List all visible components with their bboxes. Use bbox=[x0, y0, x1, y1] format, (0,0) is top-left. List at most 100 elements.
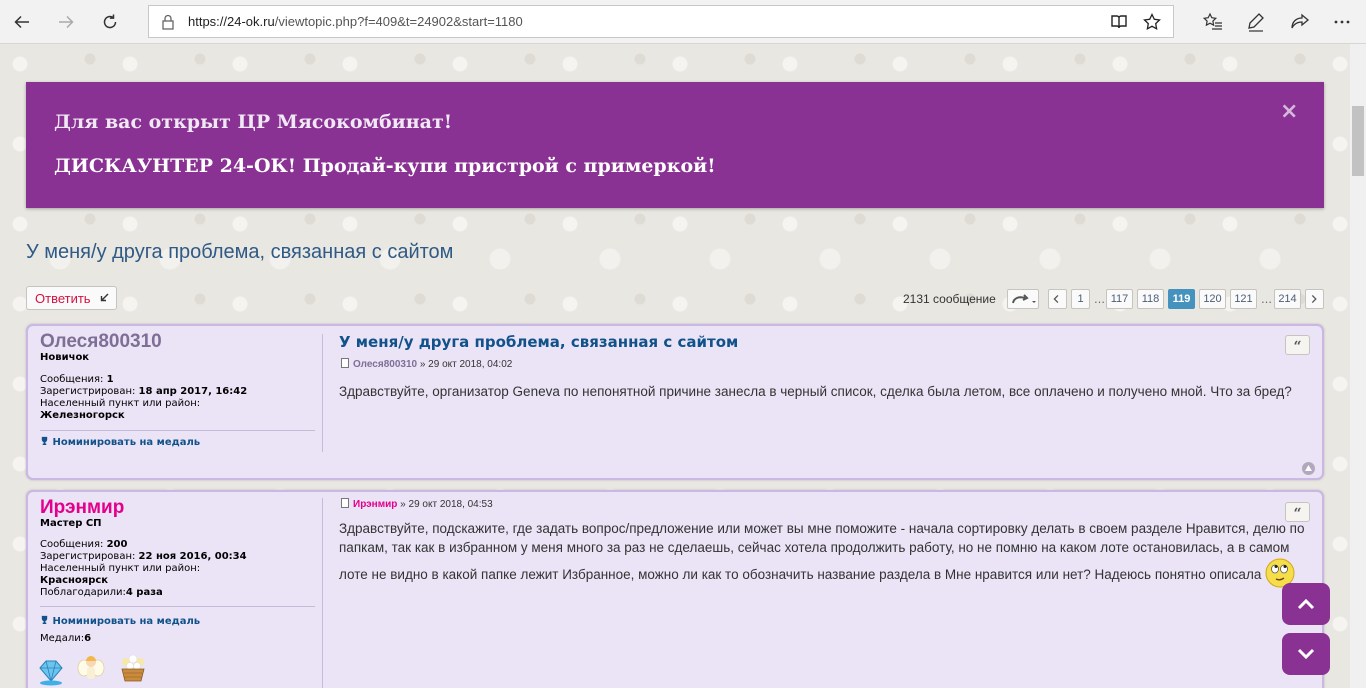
post-divider bbox=[322, 334, 323, 452]
scroll-down-button[interactable] bbox=[1282, 633, 1330, 675]
topic-title[interactable]: У меня/у друга проблема, связанная с сай… bbox=[26, 241, 453, 264]
medals-count: 6 bbox=[84, 633, 92, 644]
divider bbox=[40, 606, 315, 607]
author-registered: Зарегистрирован: 22 ноя 2016, 00:34 bbox=[40, 551, 247, 563]
scroll-up-button[interactable] bbox=[1282, 583, 1330, 625]
page-scrollbar[interactable] bbox=[1350, 44, 1366, 688]
messages-label: Сообщения: bbox=[40, 374, 104, 385]
author-rank: Новичок bbox=[40, 352, 90, 363]
angel-medal-icon[interactable] bbox=[76, 652, 106, 682]
reading-view-icon[interactable] bbox=[1110, 13, 1128, 31]
refresh-icon[interactable] bbox=[96, 8, 124, 36]
chevron-down-icon bbox=[1297, 648, 1315, 660]
medals-label: Медали: bbox=[40, 633, 85, 644]
lock-icon bbox=[162, 14, 174, 30]
thanks-count: 4 раза bbox=[125, 587, 163, 598]
author-location-label: Населенный пункт или район: bbox=[40, 398, 201, 409]
chevron-right-icon bbox=[1311, 294, 1317, 304]
registered-date: 22 ноя 2016, 00:34 bbox=[138, 551, 247, 562]
nominate-medal-link[interactable]: Номинировать на медаль bbox=[40, 615, 200, 627]
quote-button[interactable]: “ bbox=[1285, 502, 1310, 522]
pen-notes-icon[interactable] bbox=[1246, 12, 1266, 32]
author-location: Красноярск bbox=[40, 575, 109, 586]
share-icon[interactable] bbox=[1290, 12, 1310, 32]
flower-basket-medal-icon[interactable] bbox=[118, 653, 148, 683]
page-content: Для вас открыт ЦР Мясокомбинат! ДИСКАУНТ… bbox=[0, 44, 1350, 688]
author-medals: Медали:6 bbox=[40, 633, 91, 645]
announcement-banner: Для вас открыт ЦР Мясокомбинат! ДИСКАУНТ… bbox=[26, 82, 1324, 208]
favorite-star-icon[interactable] bbox=[1143, 13, 1161, 31]
post-author[interactable]: Ирэнмир bbox=[40, 497, 124, 519]
reply-button[interactable]: Ответить bbox=[26, 286, 117, 310]
reply-arrow-icon bbox=[100, 293, 109, 302]
close-icon[interactable]: × bbox=[1280, 101, 1298, 123]
author-messages: Сообщения: 200 bbox=[40, 539, 127, 551]
back-to-top-icon[interactable] bbox=[1302, 462, 1315, 475]
page-link[interactable]: 1 bbox=[1071, 289, 1090, 309]
chevron-up-icon bbox=[1297, 598, 1315, 610]
page-link[interactable]: 214 bbox=[1274, 289, 1301, 309]
reply-button-label: Ответить bbox=[35, 291, 91, 306]
favorites-list-icon[interactable] bbox=[1203, 12, 1223, 32]
page-link[interactable]: 120 bbox=[1199, 289, 1226, 309]
meta-author[interactable]: Ирэнмир bbox=[353, 499, 397, 510]
forward-icon[interactable] bbox=[52, 8, 80, 36]
prev-page-button[interactable] bbox=[1048, 289, 1067, 309]
page-link[interactable]: 118 bbox=[1137, 289, 1164, 309]
messages-count[interactable]: 1 bbox=[107, 374, 114, 385]
message-count: 2131 сообщение bbox=[903, 292, 996, 306]
trophy-icon bbox=[41, 615, 48, 624]
banner-line-1[interactable]: Для вас открыт ЦР Мясокомбинат! bbox=[54, 111, 452, 133]
post: Олеся800310 Новичок Сообщения: 1 Зарегис… bbox=[26, 324, 1324, 480]
browser-toolbar: https://24-ok.ru/viewtopic.php?f=409&t=2… bbox=[0, 0, 1366, 44]
post-body: Здравствуйте, подскажите, где задать воп… bbox=[339, 519, 1309, 589]
post: Ирэнмир Мастер СП Сообщения: 200 Зарегис… bbox=[26, 490, 1324, 688]
quote-button[interactable]: “ bbox=[1285, 335, 1310, 355]
divider bbox=[40, 430, 315, 431]
registered-label: Зарегистрирован: bbox=[40, 551, 136, 562]
page-link[interactable]: 121 bbox=[1230, 289, 1257, 309]
nominate-medal-link[interactable]: Номинировать на медаль bbox=[40, 436, 200, 448]
author-rank: Мастер СП bbox=[40, 518, 102, 529]
scrollbar-thumb[interactable] bbox=[1352, 106, 1364, 176]
address-url: https://24-ok.ru/viewtopic.php?f=409&t=2… bbox=[188, 14, 523, 29]
author-location-label: Населенный пункт или район: bbox=[40, 563, 201, 574]
banner-line-2[interactable]: ДИСКАУНТЕР 24-ОК! Продай-купи пристрой с… bbox=[54, 155, 716, 177]
page-link-current[interactable]: 119 bbox=[1168, 289, 1195, 309]
author-location: Железногорск bbox=[40, 410, 125, 421]
meta-date: » 29 окт 2018, 04:02 bbox=[419, 359, 513, 370]
back-icon[interactable] bbox=[8, 8, 36, 36]
author-thanks: Поблагодарили:4 раза bbox=[40, 587, 163, 599]
thanks-label: Поблагодарили: bbox=[40, 587, 126, 598]
registered-label: Зарегистрирован: bbox=[40, 386, 136, 397]
messages-count[interactable]: 200 bbox=[107, 539, 128, 550]
post-icon[interactable] bbox=[341, 358, 349, 368]
next-page-button[interactable] bbox=[1305, 289, 1324, 309]
post-body-text: Здравствуйте, подскажите, где задать воп… bbox=[339, 521, 1305, 582]
registered-date: 18 апр 2017, 16:42 bbox=[138, 386, 248, 397]
jump-arrow-icon bbox=[1012, 294, 1036, 304]
author-registered: Зарегистрирован: 18 апр 2017, 16:42 bbox=[40, 386, 247, 398]
page-ellipsis: … bbox=[1094, 293, 1105, 306]
meta-author[interactable]: Олеся800310 bbox=[353, 359, 417, 370]
more-menu-icon[interactable] bbox=[1332, 12, 1352, 32]
messages-label: Сообщения: bbox=[40, 539, 104, 550]
post-meta: Ирэнмир » 29 окт 2018, 04:53 bbox=[341, 498, 493, 510]
post-title[interactable]: У меня/у друга проблема, связанная с сай… bbox=[339, 333, 738, 351]
page-link[interactable]: 117 bbox=[1106, 289, 1133, 309]
address-bar[interactable]: https://24-ok.ru/viewtopic.php?f=409&t=2… bbox=[148, 5, 1174, 38]
page-ellipsis: … bbox=[1261, 293, 1272, 306]
jump-to-page-button[interactable] bbox=[1007, 289, 1039, 309]
post-icon[interactable] bbox=[341, 498, 349, 508]
nominate-medal-label: Номинировать на медаль bbox=[52, 437, 201, 448]
chevron-left-icon bbox=[1053, 294, 1059, 304]
trophy-icon bbox=[41, 436, 48, 445]
post-author[interactable]: Олеся800310 bbox=[40, 331, 162, 353]
post-meta: Олеся800310 » 29 окт 2018, 04:02 bbox=[341, 358, 512, 370]
author-messages: Сообщения: 1 bbox=[40, 374, 114, 386]
diamond-medal-icon[interactable] bbox=[36, 656, 66, 686]
nominate-medal-label: Номинировать на медаль bbox=[52, 616, 201, 627]
post-divider bbox=[322, 498, 323, 688]
post-body: Здравствуйте, организатор Geneva по непо… bbox=[339, 384, 1292, 399]
meta-date: » 29 окт 2018, 04:53 bbox=[400, 499, 493, 510]
